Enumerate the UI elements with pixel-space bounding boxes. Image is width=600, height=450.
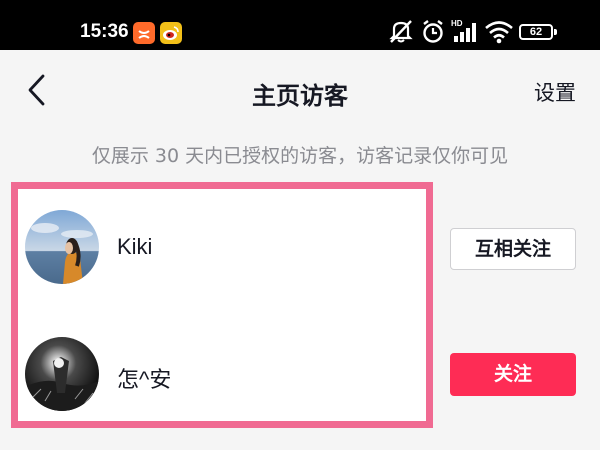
settings-button[interactable]: 设置 — [534, 77, 576, 107]
visitor-name[interactable]: Kiki — [117, 234, 152, 260]
nav-bar: 主页访客 设置 — [0, 50, 600, 132]
weibo-icon — [160, 22, 182, 44]
svg-text:HD: HD — [451, 19, 463, 28]
visitor-row[interactable]: Kiki 互相关注 — [0, 204, 600, 294]
hd-signal-icon: HD — [451, 19, 476, 42]
privacy-notice: 仅展示 30 天内已授权的访客，访客记录仅你可见 — [91, 145, 509, 167]
mute-icon — [389, 20, 413, 43]
avatar[interactable] — [25, 210, 99, 284]
mutual-follow-button[interactable]: 互相关注 — [450, 228, 576, 270]
avatar[interactable] — [25, 337, 99, 411]
wifi-icon — [485, 21, 513, 44]
battery-icon: 62 — [519, 24, 553, 40]
status-time: 15:36 — [80, 21, 129, 42]
alarm-icon — [423, 20, 443, 43]
visitor-name[interactable]: 怎^安 — [117, 362, 171, 394]
page-title: 主页访客 — [252, 82, 348, 110]
status-bar: 15:36 HD 62 — [0, 0, 600, 50]
visitor-row[interactable]: 怎^安 关注 — [0, 331, 600, 421]
taobao-icon — [133, 22, 155, 44]
follow-button[interactable]: 关注 — [450, 353, 576, 396]
battery-tip — [554, 29, 557, 35]
